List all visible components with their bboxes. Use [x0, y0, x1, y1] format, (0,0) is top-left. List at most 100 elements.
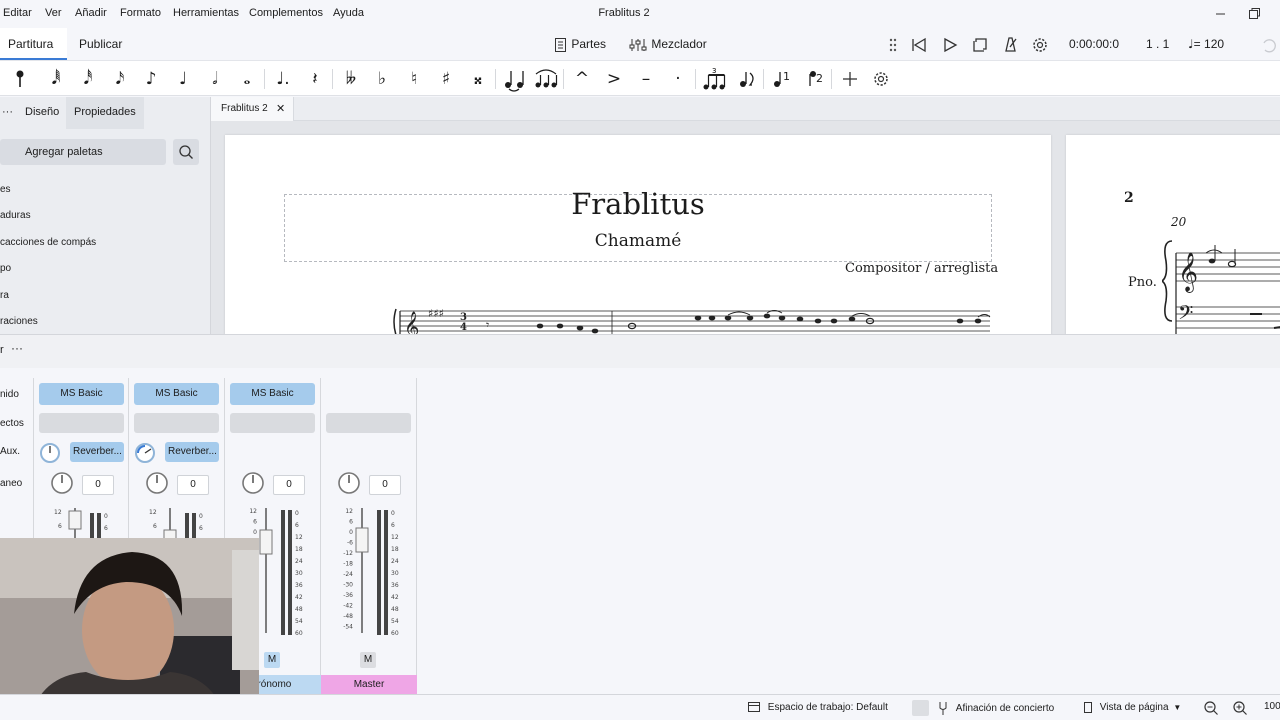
flip-direction-icon[interactable]: [732, 65, 760, 93]
pan-value[interactable]: 0: [273, 475, 305, 495]
menu-herramientas[interactable]: Herramientas: [173, 7, 239, 19]
effects-slot[interactable]: [134, 413, 219, 433]
fader-thumb[interactable]: [355, 527, 369, 553]
sharp-icon[interactable]: ♯: [432, 65, 460, 93]
parts-button[interactable]: Partes: [552, 32, 606, 56]
undo-icon[interactable]: [1258, 32, 1278, 56]
zoom-value[interactable]: 100: [1264, 701, 1280, 712]
menu-complementos[interactable]: Complementos: [249, 7, 323, 19]
palette-item[interactable]: ra: [0, 290, 9, 301]
toolbar-settings-icon[interactable]: [867, 65, 895, 93]
add-icon[interactable]: [836, 65, 864, 93]
aux-send-button[interactable]: Reverber...: [70, 442, 124, 462]
metronome-icon[interactable]: [1000, 32, 1020, 56]
document-tab[interactable]: Frablitus 2 ✕: [211, 97, 294, 121]
menu-anadir[interactable]: Añadir: [75, 7, 107, 19]
marcato-icon[interactable]: ^: [568, 65, 596, 93]
staff-system[interactable]: 𝄞 ♯♯♯ 3 4 𝄾: [390, 295, 1000, 334]
tuplet-icon[interactable]: 3: [700, 65, 728, 93]
add-palettes-button[interactable]: Agregar paletas: [0, 139, 166, 165]
restore-icon[interactable]: [1244, 4, 1264, 24]
score-title[interactable]: Frablitus: [225, 187, 1051, 221]
voice-2-icon[interactable]: 2: [800, 65, 828, 93]
sound-select-button[interactable]: MS Basic: [39, 383, 124, 405]
mixer-button[interactable]: Mezclador: [628, 32, 707, 56]
meter-tick-label: 18: [295, 546, 303, 553]
palette-item[interactable]: raciones: [0, 316, 38, 327]
slur-icon[interactable]: [532, 65, 560, 93]
workspace-selector[interactable]: Espacio de trabajo: Default: [747, 701, 888, 713]
menu-editar[interactable]: Editar: [3, 7, 32, 19]
aux-send-knob[interactable]: [39, 442, 61, 464]
tab-diseno[interactable]: Diseño: [17, 97, 67, 129]
rewind-icon[interactable]: [909, 32, 929, 56]
score-canvas[interactable]: Frablitus Chamamé Compositor / arreglist…: [211, 121, 1280, 334]
instrument-abbreviation[interactable]: Pno.: [1128, 275, 1157, 290]
menu-formato[interactable]: Formato: [120, 7, 161, 19]
accent-icon[interactable]: >: [600, 65, 628, 93]
sixteenth-note-icon[interactable]: 𝅘𝅥𝅯: [106, 65, 134, 93]
half-note-icon[interactable]: 𝅗𝅥: [201, 65, 229, 93]
mute-button[interactable]: M: [360, 652, 376, 668]
palette-search-button[interactable]: [173, 139, 199, 165]
note-input-icon[interactable]: [6, 65, 34, 93]
palette-item[interactable]: es: [0, 184, 11, 195]
piano-staff[interactable]: 𝄞 𝄢: [1162, 231, 1280, 334]
flat-icon[interactable]: ♭: [368, 65, 396, 93]
concert-pitch-toggle[interactable]: [912, 700, 929, 716]
sound-select-button[interactable]: MS Basic: [230, 383, 315, 405]
sixtyfourth-note-icon[interactable]: 𝅘𝅥𝅱: [42, 65, 70, 93]
concert-pitch-button[interactable]: Afinación de concierto: [937, 701, 1054, 715]
aux-send-knob[interactable]: [134, 442, 156, 464]
menu-ver[interactable]: Ver: [45, 7, 62, 19]
score-composer[interactable]: Compositor / arreglista: [845, 261, 998, 276]
eighth-note-icon[interactable]: ♪: [137, 65, 165, 93]
double-sharp-icon[interactable]: 𝄪: [464, 65, 492, 93]
whole-note-icon[interactable]: 𝅝: [233, 65, 261, 93]
tab-propiedades[interactable]: Propiedades: [66, 97, 144, 129]
thirtysecond-note-icon[interactable]: 𝅘𝅥𝅰: [74, 65, 102, 93]
pan-value[interactable]: 0: [177, 475, 209, 495]
channel-name[interactable]: Master: [321, 675, 417, 694]
rest-icon[interactable]: 𝄽: [301, 65, 329, 93]
score-subtitle[interactable]: Chamamé: [225, 231, 1051, 251]
mixer-panel-menu-icon[interactable]: ···: [11, 341, 23, 355]
effects-slot[interactable]: [39, 413, 124, 433]
volume-fader[interactable]: 1260-6-12-18-24-30-36-42-48-540612182430…: [339, 508, 409, 638]
minimize-icon[interactable]: [1211, 4, 1231, 24]
fader-thumb[interactable]: [259, 529, 273, 555]
staccato-icon[interactable]: ·: [664, 65, 692, 93]
augmentation-dot-icon[interactable]: ♩.: [269, 65, 297, 93]
playback-settings-icon[interactable]: [1030, 32, 1050, 56]
tab-partitura[interactable]: Partitura: [0, 28, 67, 60]
pan-knob[interactable]: [241, 471, 265, 495]
menu-ayuda[interactable]: Ayuda: [333, 7, 364, 19]
tab-publicar[interactable]: Publicar: [79, 28, 122, 60]
pan-knob[interactable]: [145, 471, 169, 495]
palette-item[interactable]: cacciones de compás: [0, 237, 96, 248]
pan-knob[interactable]: [337, 471, 361, 495]
pan-knob[interactable]: [50, 471, 74, 495]
double-flat-icon[interactable]: 𝄫: [337, 65, 365, 93]
pan-value[interactable]: 0: [82, 475, 114, 495]
page-view-selector[interactable]: Vista de página ▼: [1083, 701, 1181, 714]
tenuto-icon[interactable]: –: [632, 65, 660, 93]
zoom-out-icon[interactable]: [1203, 700, 1219, 719]
effects-slot[interactable]: [326, 413, 411, 433]
quarter-note-icon[interactable]: ♩: [169, 65, 197, 93]
voice-1-icon[interactable]: 1: [768, 65, 796, 93]
mute-button[interactable]: M: [264, 652, 280, 668]
palette-item[interactable]: aduras: [0, 210, 31, 221]
loop-icon[interactable]: [970, 32, 990, 56]
aux-send-button[interactable]: Reverber...: [165, 442, 219, 462]
play-icon[interactable]: [940, 32, 960, 56]
palette-item[interactable]: po: [0, 263, 11, 274]
pan-value[interactable]: 0: [369, 475, 401, 495]
effects-slot[interactable]: [230, 413, 315, 433]
natural-icon[interactable]: ♮: [400, 65, 428, 93]
drag-handle-icon[interactable]: [886, 32, 900, 56]
tie-icon[interactable]: [500, 65, 528, 93]
sound-select-button[interactable]: MS Basic: [134, 383, 219, 405]
close-icon[interactable]: ✕: [276, 97, 285, 121]
zoom-in-icon[interactable]: [1232, 700, 1248, 719]
